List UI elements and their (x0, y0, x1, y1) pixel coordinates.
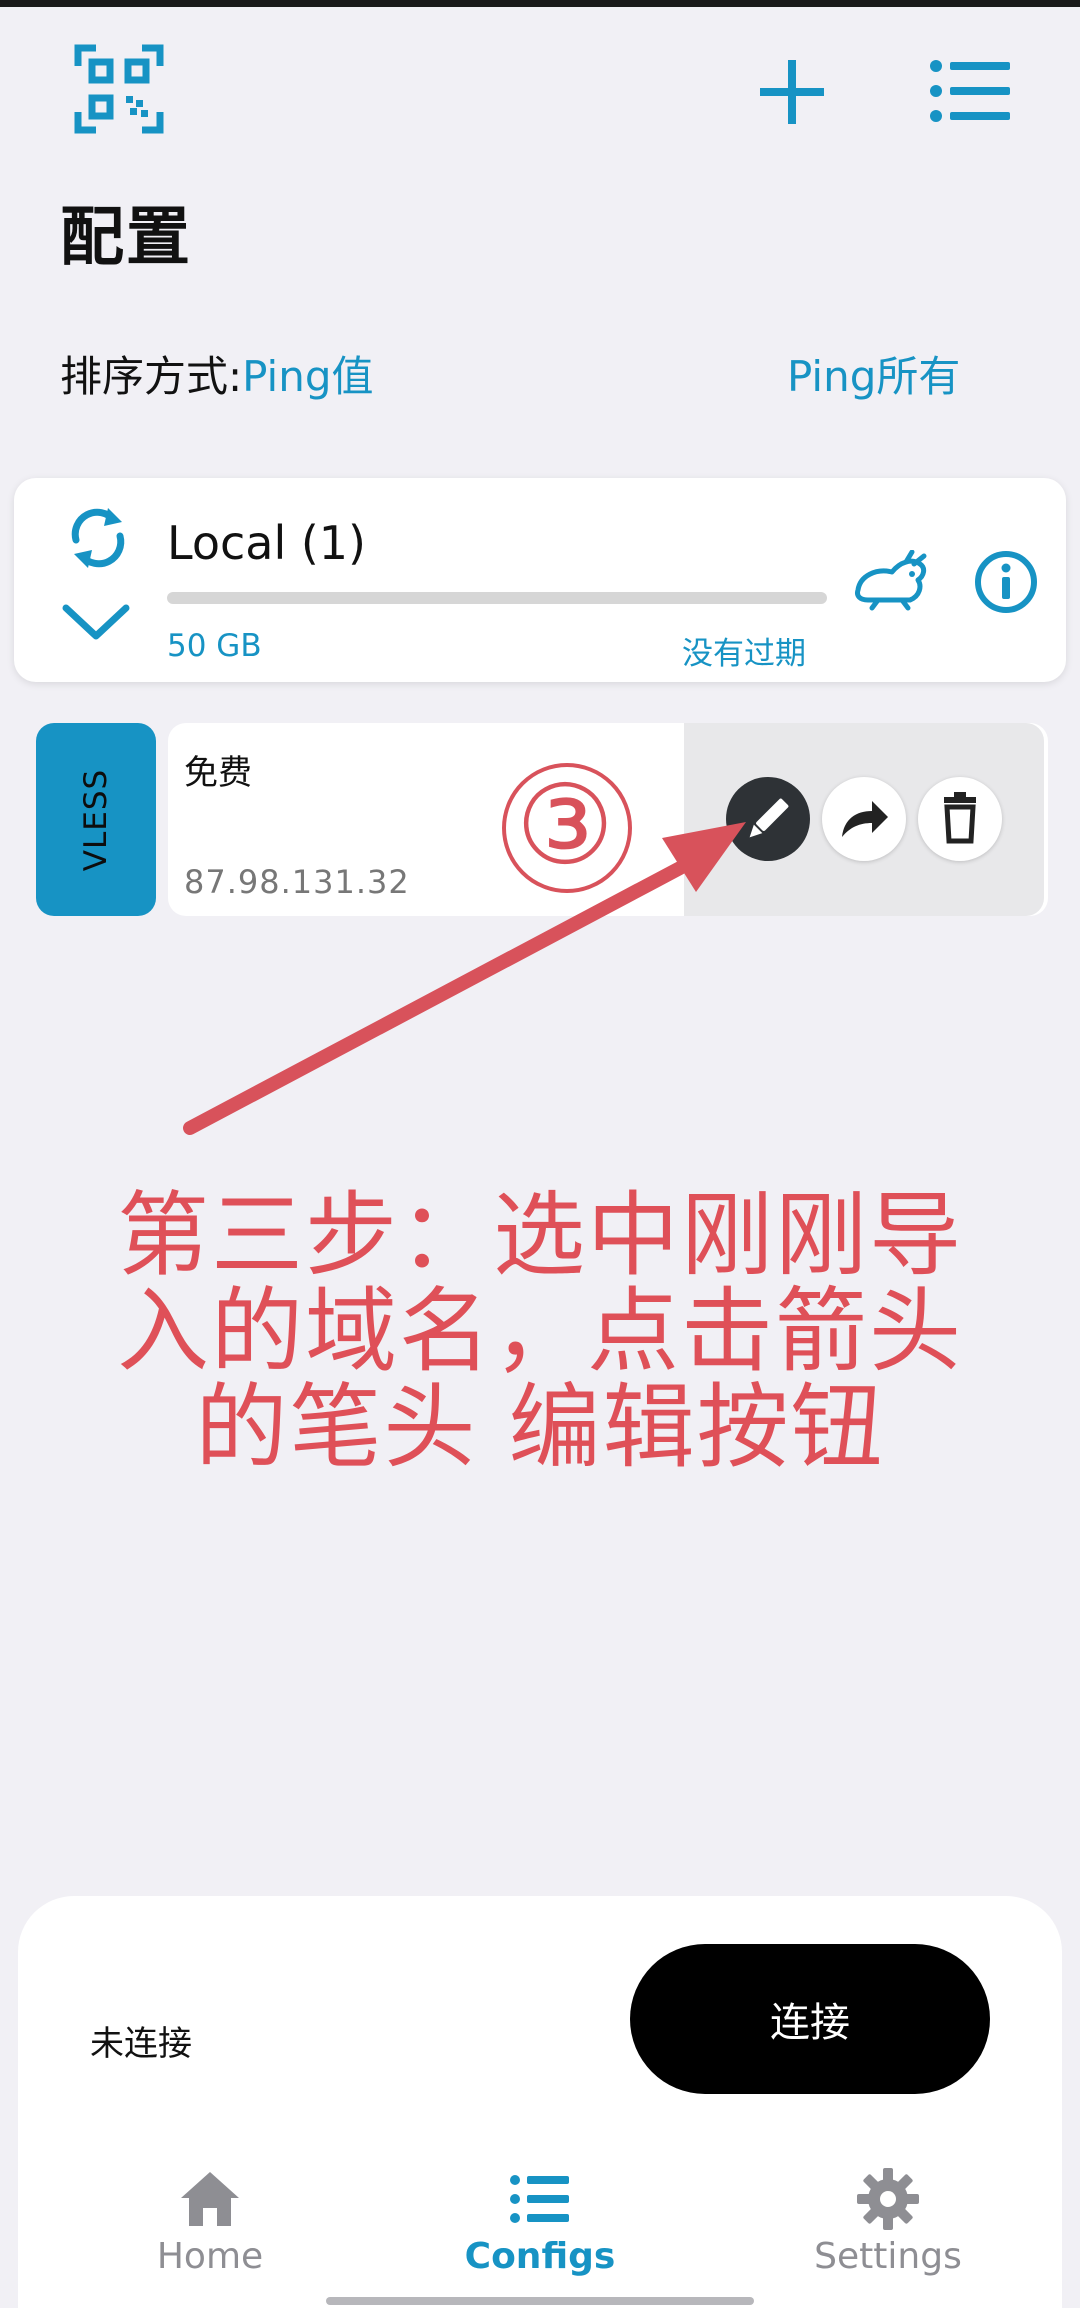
connection-status: 未连接 (90, 2024, 192, 2064)
annotation-arrow (183, 763, 746, 1135)
nav-settings[interactable]: Settings (758, 2164, 1018, 2277)
nav-configs[interactable]: Configs (410, 2164, 670, 2277)
instruction-text: 第三步：选中刚刚导 入的域名，点击箭头 的笔头 编辑按钮 (60, 1188, 1020, 1476)
instruction-line: 入的域名，点击箭头 (116, 1278, 963, 1385)
connect-button[interactable]: 连接 (630, 1944, 990, 2094)
nav-home-label: Home (156, 2236, 264, 2277)
nav-settings-label: Settings (814, 2236, 962, 2277)
bottom-panel: 未连接 连接 Home Configs Settings (18, 1896, 1062, 2308)
gear-icon (857, 2168, 919, 2230)
instruction-line: 的笔头 编辑按钮 (195, 1374, 885, 1481)
nav-home[interactable]: Home (80, 2164, 340, 2277)
home-icon (181, 2172, 239, 2226)
instruction-line: 第三步：选中刚刚导 (116, 1182, 963, 1289)
home-indicator (326, 2297, 754, 2305)
nav-configs-label: Configs (464, 2236, 616, 2277)
configs-list-icon (510, 2175, 569, 2223)
step-number: ③ (515, 761, 615, 889)
